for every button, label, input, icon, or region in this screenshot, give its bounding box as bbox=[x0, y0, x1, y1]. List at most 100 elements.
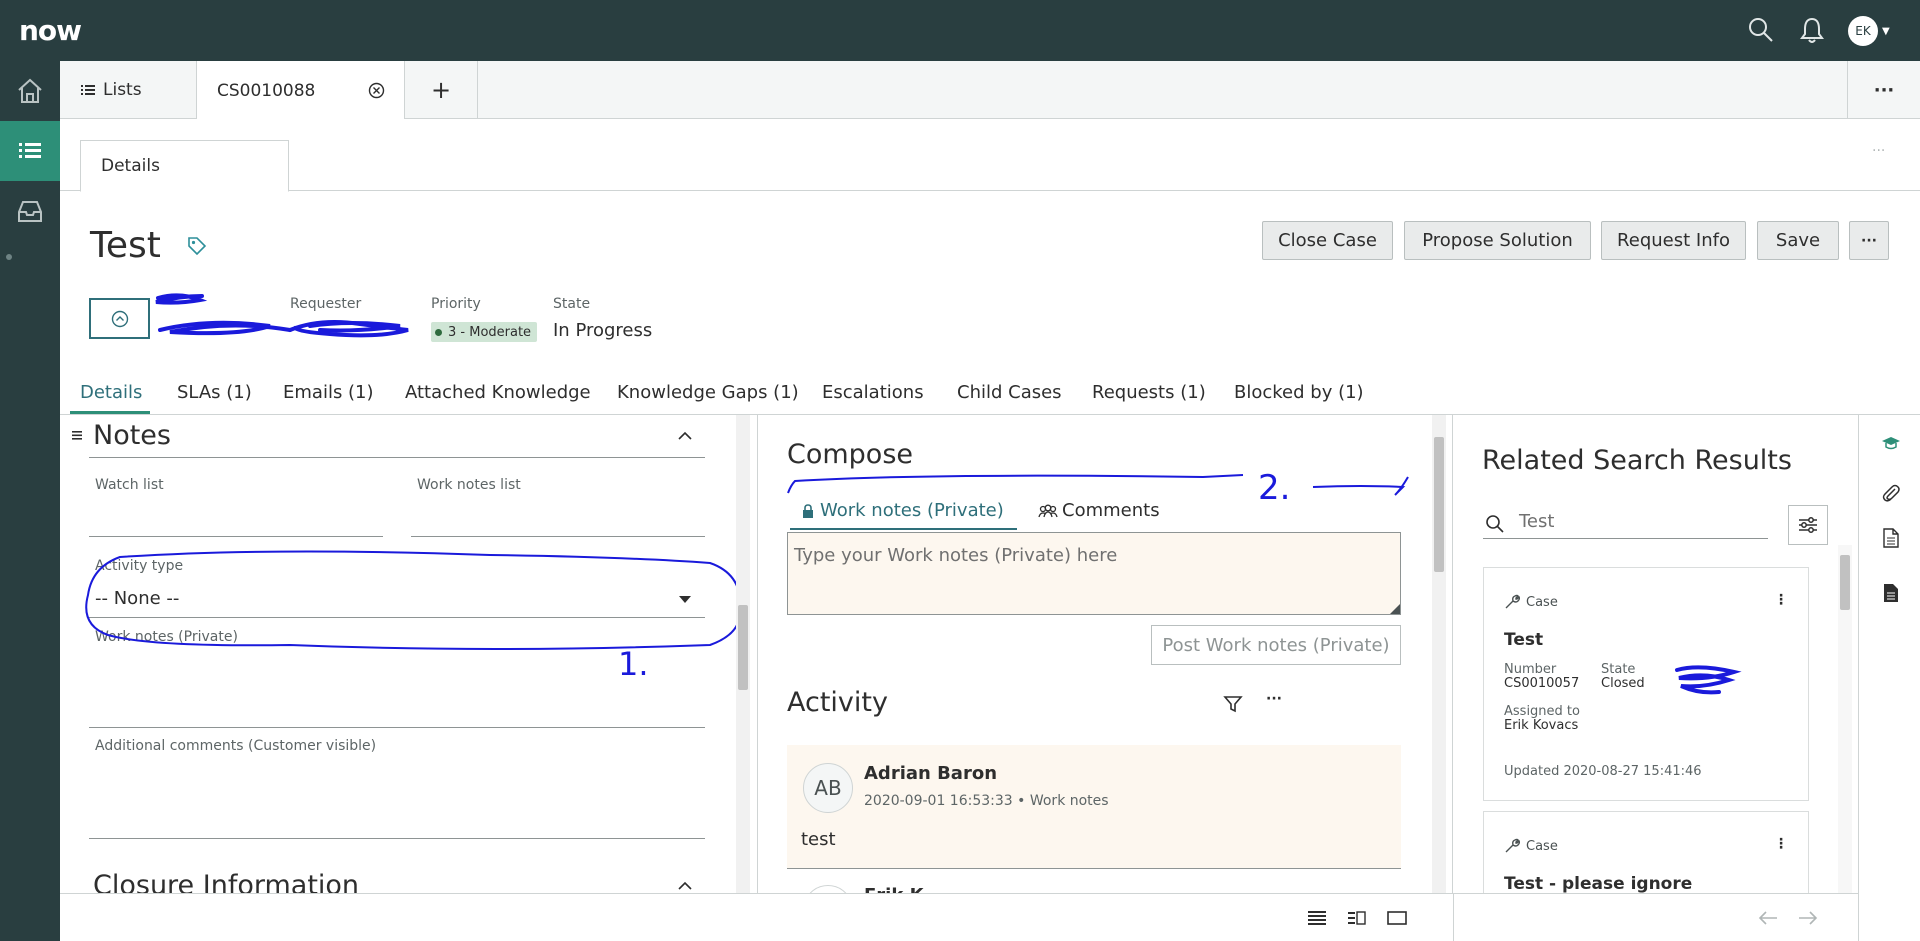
rtab-emails[interactable]: Emails (1) bbox=[283, 382, 374, 403]
layout-split-icon[interactable] bbox=[1348, 911, 1366, 925]
propose-solution-button[interactable]: Propose Solution bbox=[1404, 221, 1591, 260]
footer-bar bbox=[60, 893, 1858, 941]
compose-scroll-thumb[interactable] bbox=[1434, 437, 1444, 572]
redaction-scribble bbox=[1675, 665, 1742, 695]
subbar-more-icon[interactable]: ··· bbox=[1872, 143, 1885, 159]
filter-icon[interactable] bbox=[1223, 694, 1243, 714]
compose-scrollbar[interactable] bbox=[1432, 415, 1446, 893]
rtab-escalations[interactable]: Escalations bbox=[822, 382, 924, 403]
document-icon[interactable] bbox=[1883, 528, 1899, 548]
contextual-sidebar bbox=[1858, 415, 1920, 941]
document-filled-icon[interactable] bbox=[1883, 583, 1899, 603]
work-notes-field[interactable] bbox=[89, 727, 705, 728]
subtab-details-label: Details bbox=[101, 156, 160, 176]
activity-author: Adrian Baron bbox=[864, 763, 998, 784]
related-search-input[interactable]: Test bbox=[1483, 505, 1768, 539]
bell-icon[interactable] bbox=[1799, 16, 1825, 44]
layout-list-icon[interactable] bbox=[1308, 911, 1326, 925]
record-more-button[interactable]: ··· bbox=[1849, 221, 1889, 260]
home-icon bbox=[16, 77, 44, 105]
activity-text: test bbox=[801, 829, 836, 850]
tab-lists[interactable]: Lists bbox=[60, 61, 197, 119]
activity-more-icon[interactable]: ··· bbox=[1266, 691, 1282, 707]
expand-header-button[interactable] bbox=[89, 298, 150, 339]
footer-divider bbox=[1453, 894, 1454, 941]
arrow-right-icon[interactable] bbox=[1798, 911, 1818, 925]
ellipsis-icon: ··· bbox=[1873, 79, 1895, 101]
priority-dot bbox=[435, 328, 442, 336]
wrench-icon bbox=[1504, 594, 1520, 610]
rtab-child-cases[interactable]: Child Cases bbox=[957, 382, 1062, 403]
collapse-closure-icon[interactable] bbox=[677, 881, 693, 891]
subtab-details[interactable]: Details bbox=[80, 140, 289, 192]
record-title: Test bbox=[90, 225, 161, 266]
search-icon[interactable] bbox=[1747, 16, 1775, 44]
tab-record-label: CS0010088 bbox=[217, 80, 316, 101]
result-type: Case bbox=[1526, 839, 1558, 854]
user-avatar[interactable]: EK bbox=[1848, 16, 1878, 46]
result-title[interactable]: Test bbox=[1504, 630, 1543, 650]
compose-panel: Compose Work notes (Private) Comments 2.… bbox=[757, 415, 1453, 893]
notes-scroll-thumb[interactable] bbox=[738, 605, 748, 690]
active-tab-indicator bbox=[70, 411, 150, 414]
close-tab-icon[interactable] bbox=[368, 82, 385, 99]
annotation-line-2: 2. bbox=[787, 468, 1409, 508]
result-number-value: CS0010057 bbox=[1504, 676, 1580, 691]
redaction-scribble bbox=[155, 293, 409, 338]
related-scrollbar[interactable] bbox=[1838, 545, 1852, 893]
watch-list-label: Watch list bbox=[95, 477, 164, 493]
top-header: now EK ▼ bbox=[0, 0, 1920, 61]
post-work-notes-button[interactable]: Post Work notes (Private) bbox=[1151, 625, 1401, 665]
state-value: In Progress bbox=[553, 320, 653, 341]
rail-list-button[interactable] bbox=[0, 121, 60, 181]
notes-form-panel: Notes Watch list Work notes list Activit… bbox=[60, 415, 756, 893]
chevron-up-circle-icon bbox=[111, 310, 129, 328]
close-case-button[interactable]: Close Case bbox=[1262, 221, 1393, 260]
result-title[interactable]: Test - please ignore bbox=[1504, 874, 1692, 893]
layout-single-icon[interactable] bbox=[1387, 911, 1407, 925]
notes-scrollbar[interactable] bbox=[736, 415, 750, 893]
compose-tab-indicator bbox=[790, 528, 1017, 530]
result-card[interactable]: Case ⋮ Test Number CS0010057 State Close… bbox=[1483, 567, 1809, 801]
rtab-requests[interactable]: Requests (1) bbox=[1092, 382, 1206, 403]
work-notes-textarea[interactable]: Type your Work notes (Private) here bbox=[787, 532, 1401, 615]
tag-icon[interactable] bbox=[187, 236, 207, 256]
additional-comments-field[interactable] bbox=[89, 838, 705, 839]
rtab-details[interactable]: Details bbox=[80, 382, 142, 403]
inbox-icon bbox=[16, 197, 44, 225]
result-more-icon[interactable]: ⋮ bbox=[1774, 592, 1788, 608]
avatar-caret-icon[interactable]: ▼ bbox=[1882, 26, 1890, 37]
paperclip-icon[interactable] bbox=[1882, 483, 1900, 503]
result-card[interactable]: Case ⋮ Test - please ignore bbox=[1483, 811, 1809, 893]
activity-entry: AB Adrian Baron 2020-09-01 16:53:33 • Wo… bbox=[787, 745, 1401, 869]
state-label: State bbox=[553, 296, 591, 312]
search-settings-button[interactable] bbox=[1788, 505, 1828, 545]
activity-avatar: AB bbox=[803, 763, 853, 813]
rtab-slas[interactable]: SLAs (1) bbox=[177, 382, 252, 403]
rtab-knowledge-gaps[interactable]: Knowledge Gaps (1) bbox=[617, 382, 799, 403]
arrow-left-icon[interactable] bbox=[1758, 911, 1778, 925]
rail-home-button[interactable] bbox=[0, 61, 60, 121]
request-info-button[interactable]: Request Info bbox=[1601, 221, 1746, 260]
rail-inbox-button[interactable] bbox=[0, 181, 60, 241]
save-button[interactable]: Save bbox=[1757, 221, 1839, 260]
resize-handle-icon[interactable] bbox=[1390, 604, 1400, 614]
closure-section-title: Closure Information bbox=[93, 870, 360, 893]
rtab-blocked-by[interactable]: Blocked by (1) bbox=[1234, 382, 1364, 403]
servicenow-logo[interactable]: now bbox=[19, 14, 82, 47]
graduation-cap-icon[interactable] bbox=[1881, 436, 1901, 452]
tab-cs0010088[interactable]: CS0010088 bbox=[197, 61, 405, 120]
result-state-label: State bbox=[1601, 662, 1636, 677]
list-icon bbox=[16, 137, 44, 165]
rtab-attached-knowledge[interactable]: Attached Knowledge bbox=[405, 382, 591, 403]
tab-lists-label: Lists bbox=[103, 80, 142, 100]
collapse-notes-icon[interactable] bbox=[677, 431, 693, 441]
drag-handle-icon[interactable] bbox=[72, 431, 82, 440]
add-tab-button[interactable]: + bbox=[405, 61, 478, 119]
related-scroll-thumb[interactable] bbox=[1840, 555, 1850, 610]
tabbar-more-button[interactable]: ··· bbox=[1847, 61, 1920, 119]
result-assigned-label: Assigned to bbox=[1504, 704, 1580, 719]
notes-section-title: Notes bbox=[93, 420, 171, 451]
result-more-icon[interactable]: ⋮ bbox=[1774, 836, 1788, 852]
rail-indicator-dot bbox=[6, 254, 12, 260]
